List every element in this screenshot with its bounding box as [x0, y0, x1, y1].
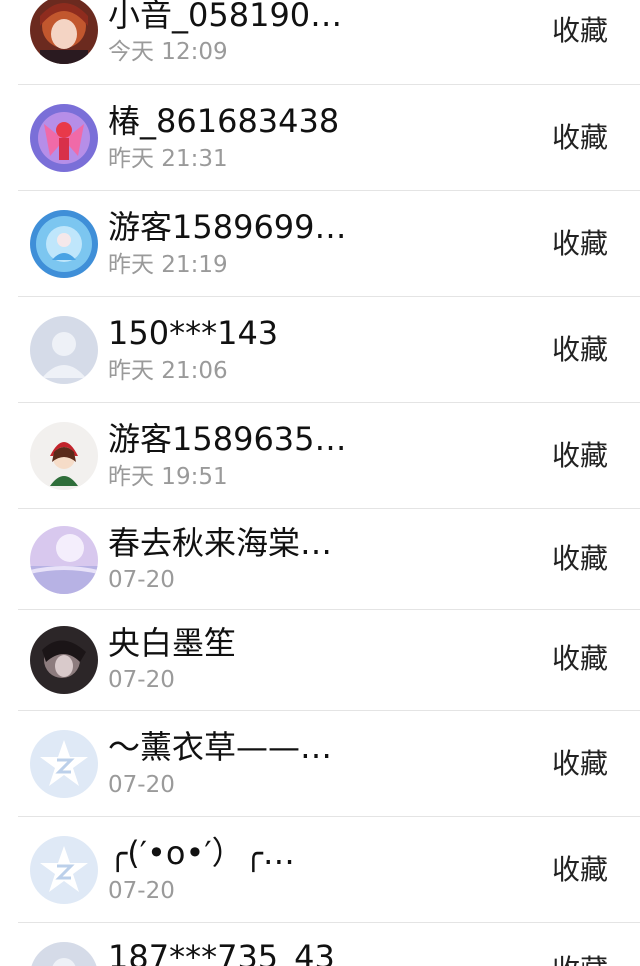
contact-time: 07-20: [108, 667, 175, 693]
contact-name: 椿_861683438: [108, 102, 340, 140]
contact-name: 150***143: [108, 314, 279, 352]
contact-time: 今天 12:09: [108, 39, 228, 65]
red-hood-girl-avatar-icon: [30, 422, 98, 490]
contact-time: 昨天 21:19: [108, 252, 228, 278]
list-item[interactable]: 椿_861683438 昨天 21:31 收藏: [0, 85, 640, 191]
avatar[interactable]: [30, 104, 98, 172]
favorite-button[interactable]: 收藏: [552, 642, 608, 676]
contact-name: ╭(′•ο•′）╭…: [108, 834, 295, 872]
contact-name: 187***735_43: [108, 938, 335, 966]
blue-anime-avatar-icon: [30, 210, 98, 278]
contact-list: 小音_058190… 今天 12:09 收藏 椿_861683438 昨天 21…: [0, 0, 640, 966]
avatar[interactable]: [30, 626, 98, 694]
default-user-avatar-icon: [30, 316, 98, 384]
qzone-star-avatar-icon: [30, 836, 98, 904]
list-item[interactable]: 游客1589699… 昨天 21:19 收藏: [0, 191, 640, 297]
contact-name: 游客1589699…: [108, 208, 347, 246]
list-item[interactable]: 春去秋来海棠… 07-20 收藏: [0, 509, 640, 610]
list-item[interactable]: 游客1589635… 昨天 19:51 收藏: [0, 403, 640, 509]
favorite-button[interactable]: 收藏: [552, 14, 608, 48]
qzone-star-avatar-icon: [30, 730, 98, 798]
list-item[interactable]: 央白墨笙 07-20 收藏: [0, 610, 640, 711]
avatar[interactable]: [30, 316, 98, 384]
avatar[interactable]: [30, 730, 98, 798]
favorite-button[interactable]: 收藏: [552, 333, 608, 367]
list-item[interactable]: 150***143 昨天 21:06 收藏: [0, 297, 640, 403]
list-item[interactable]: 小音_058190… 今天 12:09 收藏: [0, 0, 640, 85]
anime-girl-red-avatar-icon: [30, 0, 98, 64]
contact-name: 春去秋来海棠…: [108, 524, 333, 562]
contact-time: 07-20: [108, 567, 175, 593]
dark-portrait-avatar-icon: [30, 626, 98, 694]
favorite-button[interactable]: 收藏: [552, 953, 608, 966]
favorite-button[interactable]: 收藏: [552, 439, 608, 473]
contact-time: 昨天 21:31: [108, 146, 228, 172]
avatar[interactable]: [30, 836, 98, 904]
list-item[interactable]: ╭(′•ο•′）╭… 07-20 收藏: [0, 817, 640, 923]
contact-time: 昨天 19:51: [108, 464, 228, 490]
pastel-sky-avatar-icon: [30, 526, 98, 594]
avatar[interactable]: [30, 526, 98, 594]
contact-name: 央白墨笙: [108, 624, 237, 662]
contact-name: ～薰衣草——…: [108, 728, 333, 766]
favorite-button[interactable]: 收藏: [552, 747, 608, 781]
contact-time: 07-20: [108, 772, 175, 798]
contact-name: 游客1589635…: [108, 420, 347, 458]
avatar[interactable]: [30, 422, 98, 490]
pink-fairy-avatar-icon: [30, 104, 98, 172]
avatar[interactable]: [30, 0, 98, 64]
list-item[interactable]: 187***735_43 收藏: [0, 923, 640, 966]
contact-name: 小音_058190…: [108, 0, 343, 34]
contact-time: 昨天 21:06: [108, 358, 228, 384]
favorite-button[interactable]: 收藏: [552, 227, 608, 261]
avatar[interactable]: [30, 942, 98, 966]
list-item[interactable]: ～薰衣草——… 07-20 收藏: [0, 711, 640, 817]
default-user-avatar-icon: [30, 942, 98, 966]
favorite-button[interactable]: 收藏: [552, 853, 608, 887]
favorite-button[interactable]: 收藏: [552, 542, 608, 576]
contact-time: 07-20: [108, 878, 175, 904]
favorite-button[interactable]: 收藏: [552, 121, 608, 155]
avatar[interactable]: [30, 210, 98, 278]
